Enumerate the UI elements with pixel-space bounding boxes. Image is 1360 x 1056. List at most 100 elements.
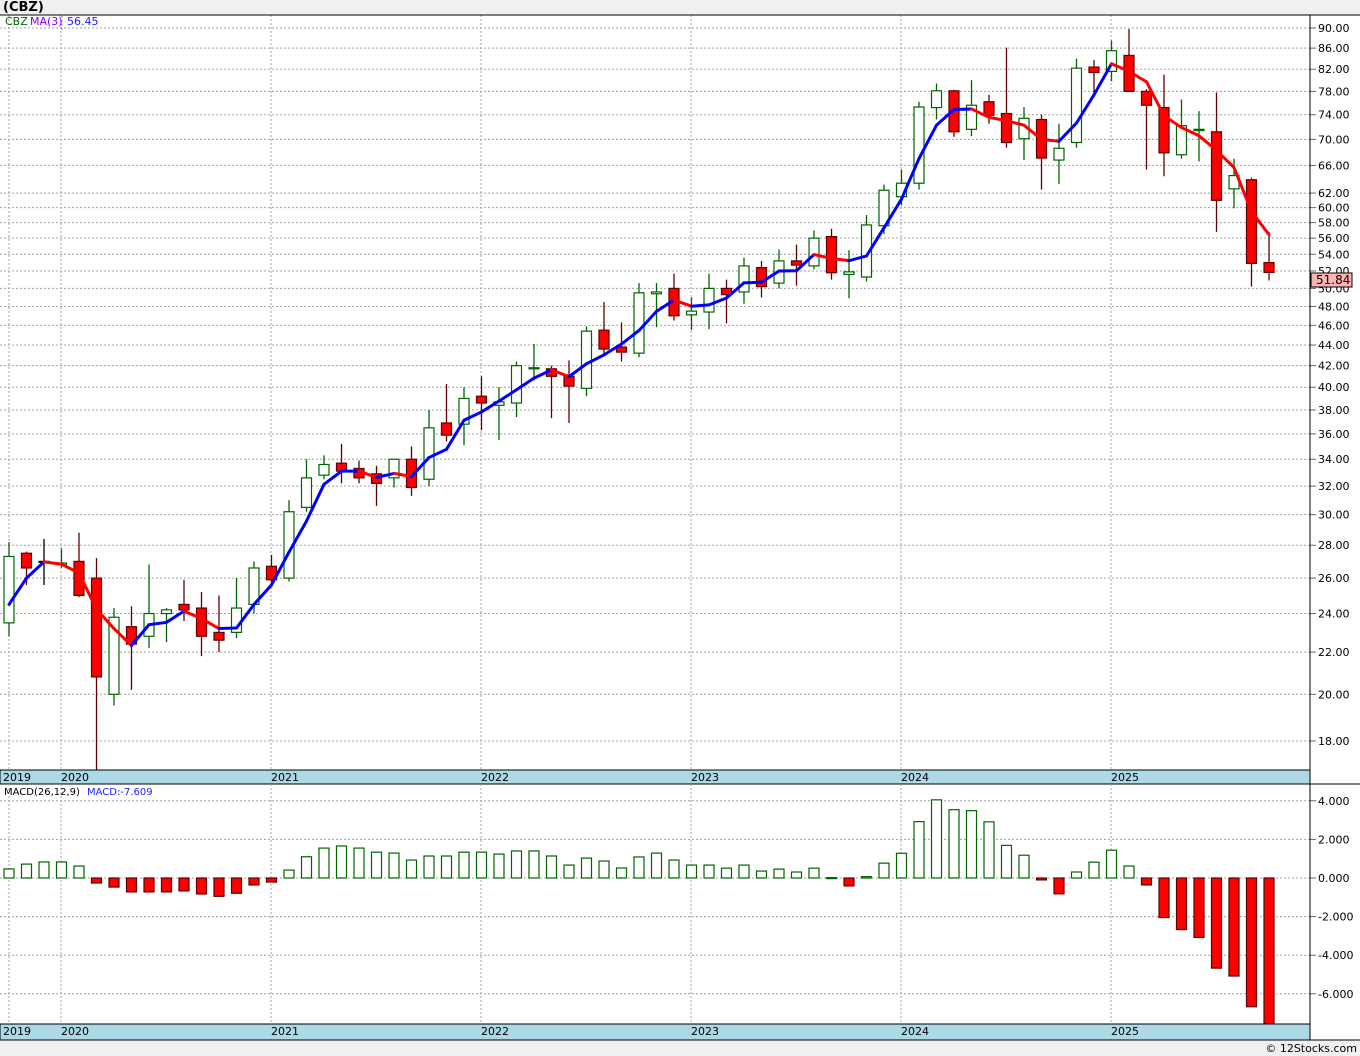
y-tick-label: 2.000 xyxy=(1318,833,1350,846)
macd-bar xyxy=(773,868,785,879)
macd-bar xyxy=(318,847,330,879)
macd-bar xyxy=(388,852,400,879)
candle-body xyxy=(650,291,663,295)
macd-bar xyxy=(1175,877,1188,931)
macd-bar xyxy=(808,867,820,879)
macd-bar xyxy=(878,862,890,879)
x-tick-label: 2022 xyxy=(481,771,509,784)
candle-body xyxy=(580,330,593,389)
y-tick-label: 78.00 xyxy=(1318,85,1350,98)
footer-copyright: © 12Stocks.com xyxy=(1265,1042,1357,1055)
macd-bar xyxy=(615,867,628,879)
x-tick-label: 2024 xyxy=(901,1025,929,1038)
macd-bar xyxy=(1035,877,1048,881)
macd-bar xyxy=(1140,877,1153,886)
macd-bar xyxy=(38,861,50,879)
macd-bar xyxy=(545,855,558,879)
ma-segment xyxy=(690,303,711,308)
macd-bar xyxy=(1053,877,1065,895)
macd-bar xyxy=(528,850,540,879)
macd-bar xyxy=(1105,849,1118,879)
y-tick-label: 34.00 xyxy=(1318,453,1350,466)
y-tick-label: 40.00 xyxy=(1318,381,1350,394)
candle-body xyxy=(213,631,225,641)
legend-ma-label: MA(3) xyxy=(30,15,63,28)
x-tick-label: 2022 xyxy=(481,1025,509,1038)
macd-bar xyxy=(1018,854,1030,879)
y-tick-label: 0.000 xyxy=(1318,872,1350,885)
macd-bar xyxy=(283,869,295,879)
y-tick-label: -2.000 xyxy=(1318,911,1353,924)
candle-body xyxy=(90,577,103,678)
candle-body xyxy=(318,463,330,476)
macd-bar xyxy=(405,859,418,879)
macd-bar xyxy=(1263,877,1275,1025)
candle-body xyxy=(808,237,820,267)
macd-bar xyxy=(230,877,243,894)
macd-bar xyxy=(213,877,225,897)
macd-bar xyxy=(353,847,365,879)
ma-segment xyxy=(952,107,973,112)
y-tick-label: 28.00 xyxy=(1318,539,1350,552)
candle-body xyxy=(843,271,855,276)
y-tick-label: 32.00 xyxy=(1318,480,1350,493)
candle-body xyxy=(1210,131,1223,201)
macd-legend-value: MACD:-7.609 xyxy=(87,787,153,798)
y-tick-label: 36.00 xyxy=(1318,428,1350,441)
y-tick-label: 20.00 xyxy=(1318,688,1350,701)
candle xyxy=(913,101,925,190)
x-tick-label: 2021 xyxy=(271,771,299,784)
macd-bar xyxy=(1123,865,1135,879)
macd-bar xyxy=(55,861,68,879)
legend-ma-value: 56.45 xyxy=(67,15,99,28)
macd-bar xyxy=(580,857,593,879)
candle-body xyxy=(440,422,453,436)
candle-body xyxy=(703,287,715,313)
macd-bar xyxy=(3,868,15,879)
candle-body xyxy=(685,310,698,316)
candle-body xyxy=(160,609,173,615)
macd-bar xyxy=(1228,877,1240,977)
x-tick-label: 2019 xyxy=(3,771,31,784)
ma-segment xyxy=(217,626,238,631)
macd-bar xyxy=(265,877,278,883)
candle-body xyxy=(1140,90,1153,106)
macd-bar xyxy=(300,856,313,879)
y-tick-label: 70.00 xyxy=(1318,133,1350,146)
candle xyxy=(1070,58,1083,148)
macd-bar xyxy=(685,864,698,879)
macd-bar xyxy=(160,877,173,893)
candle-body xyxy=(423,427,435,480)
x-tick-label: 2024 xyxy=(901,771,929,784)
candle xyxy=(825,228,838,280)
x-tick-label: 2019 xyxy=(3,1025,31,1038)
macd-bar xyxy=(843,877,855,887)
y-tick-label: 48.00 xyxy=(1318,300,1350,313)
macd-bar xyxy=(125,877,138,893)
macd-bar xyxy=(108,877,120,888)
macd-bar xyxy=(493,853,505,879)
macd-bar xyxy=(930,799,943,879)
candle-body xyxy=(983,101,995,116)
y-tick-label: 18.00 xyxy=(1318,735,1350,748)
x-tick-label: 2020 xyxy=(61,1025,89,1038)
y-tick-label: 38.00 xyxy=(1318,404,1350,417)
ma-segment xyxy=(742,280,763,285)
candle-body xyxy=(20,552,33,569)
candle-body xyxy=(475,395,488,404)
macd-bar xyxy=(458,851,470,879)
y-tick-label: -6.000 xyxy=(1318,988,1353,1001)
candle-body xyxy=(633,292,645,354)
legend-symbol: CBZ xyxy=(5,15,28,28)
candle-body xyxy=(790,260,803,266)
macd-bar xyxy=(1070,871,1083,879)
macd-bar xyxy=(913,821,925,879)
candle-body xyxy=(528,367,540,370)
y-tick-label: 86.00 xyxy=(1318,42,1350,55)
last-price-value: 51.84 xyxy=(1316,273,1350,287)
macd-bar xyxy=(633,856,645,879)
candle-body xyxy=(1070,67,1083,144)
macd-bar xyxy=(755,870,768,879)
y-tick-label: 90.00 xyxy=(1318,22,1350,35)
macd-bar xyxy=(20,863,33,879)
